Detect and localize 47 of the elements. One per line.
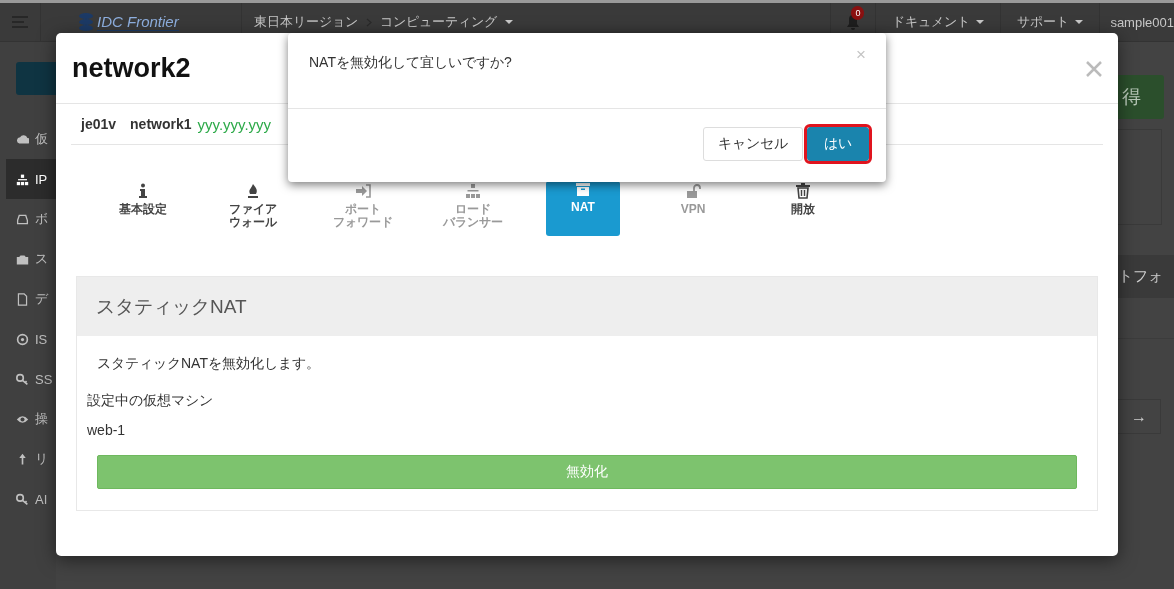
tab[interactable]: 基本設定: [106, 181, 180, 236]
breadcrumb-dropdown[interactable]: コンピューティング: [380, 13, 497, 31]
panel-title: スタティックNAT: [77, 277, 1097, 336]
file-icon: [16, 292, 29, 306]
lock-icon: [685, 183, 701, 199]
get-button[interactable]: 得: [1118, 75, 1164, 119]
target-icon: [16, 332, 29, 346]
close-icon: [1086, 61, 1102, 77]
trash-icon: [795, 183, 811, 199]
breadcrumb-link[interactable]: 東日本リージョン: [254, 13, 358, 31]
key-icon: [16, 372, 29, 386]
vm-name: web-1: [87, 422, 127, 438]
sidebar-item[interactable]: 操: [6, 399, 56, 439]
sitemap-icon: [16, 172, 29, 186]
confirm-button[interactable]: はい: [807, 127, 869, 161]
modal-title: network2: [72, 52, 191, 84]
sidebar-item[interactable]: SS: [6, 359, 56, 399]
key-icon: [16, 492, 29, 506]
zone-label: je01v: [81, 116, 117, 132]
drive-icon: [16, 212, 29, 226]
sidebar-item[interactable]: ス: [6, 239, 56, 279]
network-name: network1: [130, 116, 192, 132]
notification-badge: 0: [851, 5, 865, 20]
flame-icon: [245, 183, 261, 199]
ip-address: yyy.yyy.yyy: [197, 115, 272, 133]
sidebar-item[interactable]: ボ: [6, 199, 56, 239]
sidebar-item[interactable]: AI: [6, 479, 56, 519]
tab[interactable]: ファイア ウォール: [216, 181, 290, 236]
action-button[interactable]: [16, 62, 56, 95]
logo-icon: [79, 12, 93, 32]
sign-in-icon: [355, 183, 371, 199]
sitemap-icon: [465, 183, 481, 199]
sidebar-item[interactable]: 仮: [6, 119, 56, 159]
sidebar-item[interactable]: リ: [6, 439, 56, 479]
sidebar-item[interactable]: IP: [6, 159, 56, 199]
sidebar-item[interactable]: IS: [6, 319, 56, 359]
sidebar-item[interactable]: デ: [6, 279, 56, 319]
field-label: 設定中の仮想マシン: [87, 392, 214, 410]
cloud-icon: [16, 132, 29, 146]
confirm-message: NATを無効化して宜しいですか?: [309, 54, 512, 72]
description-text: スタティックNATを無効化します。: [97, 355, 321, 373]
tab[interactable]: NAT: [546, 181, 620, 236]
section-header: トフォ: [1118, 255, 1174, 298]
tab[interactable]: 開放: [766, 181, 840, 236]
logo-text: IDC Frontier: [97, 13, 179, 31]
caret-icon: [505, 20, 513, 24]
cancel-button[interactable]: キャンセル: [703, 127, 803, 161]
